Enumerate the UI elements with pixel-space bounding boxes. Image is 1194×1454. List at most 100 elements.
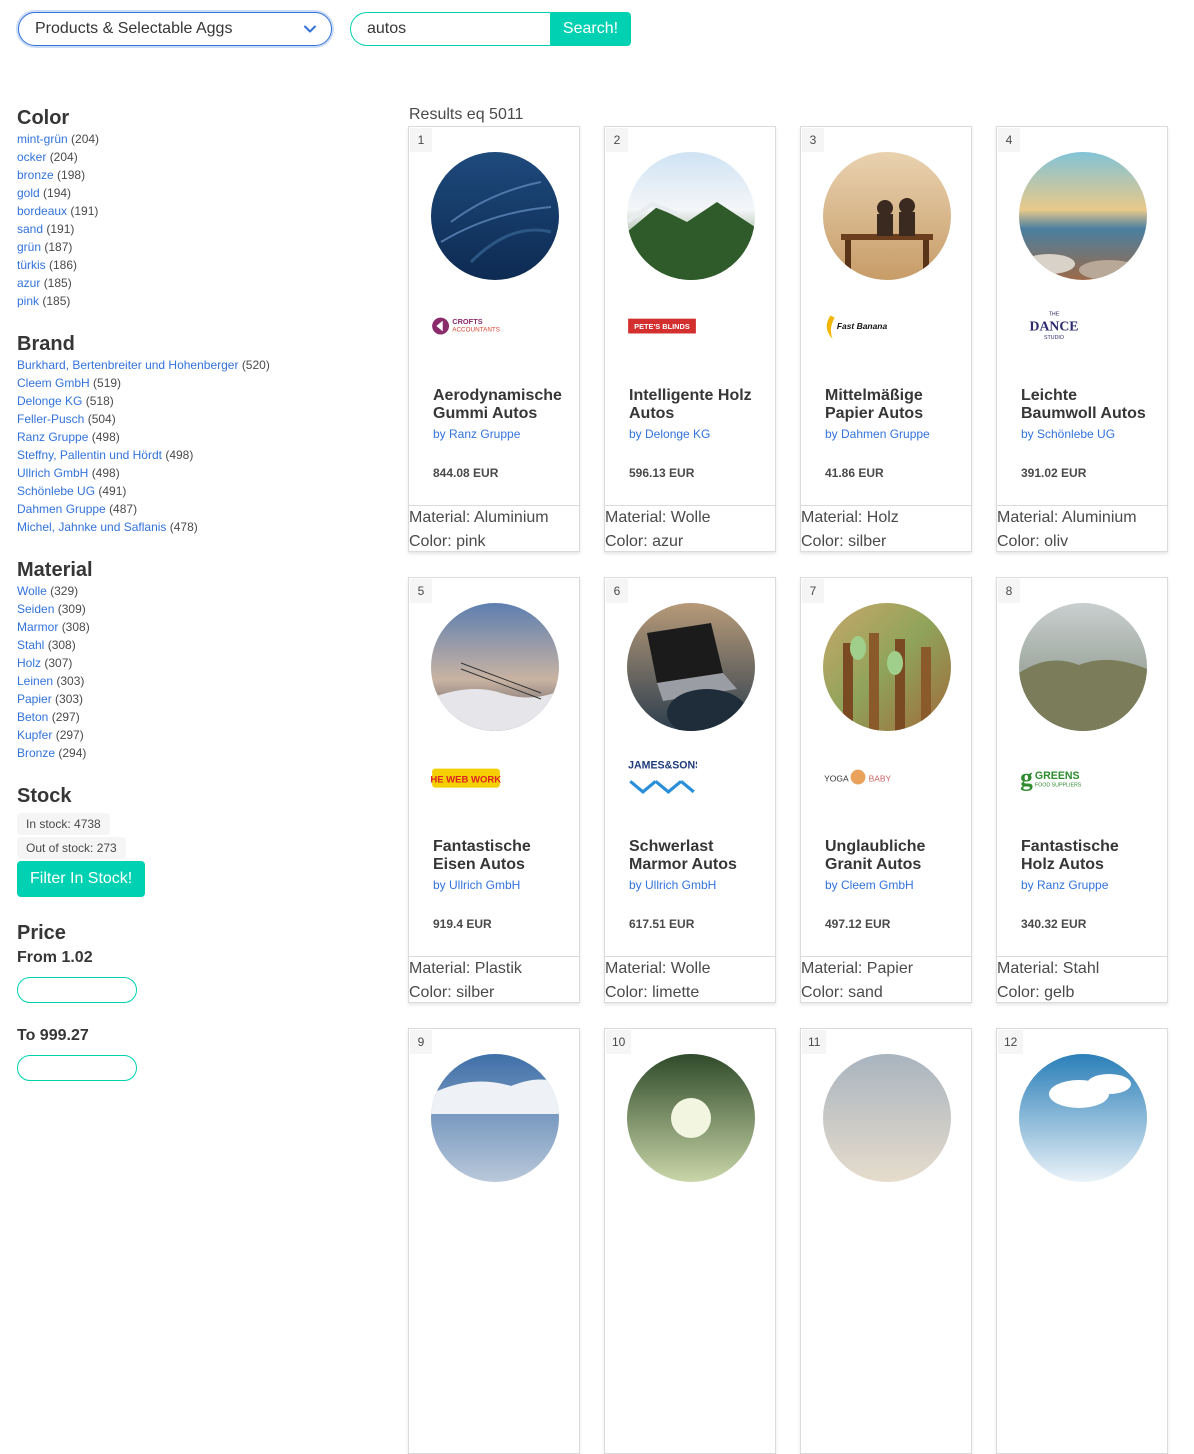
facet-link[interactable]: pink <box>17 294 39 308</box>
product-brand[interactable]: by Schönlebe UG <box>1021 427 1115 441</box>
product-title[interactable]: Schwerlast Marmor Autos <box>629 838 757 874</box>
product-card[interactable]: 10 <box>604 1028 776 1454</box>
card-rank: 10 <box>606 1030 632 1054</box>
facet-link[interactable]: gold <box>17 186 40 200</box>
price-to-label: To 999.27 <box>17 1027 89 1044</box>
product-card[interactable]: 3 Fast Banana Mittelmäßige Papier Autos by … <box>800 126 972 552</box>
facet-link[interactable]: Wolle <box>17 584 47 598</box>
results-count: Results eq 5011 <box>409 106 524 123</box>
facet-item: Kupfer (297) <box>17 726 357 744</box>
facet-link[interactable]: Marmor <box>17 620 58 634</box>
facet-link[interactable]: Holz <box>17 656 41 670</box>
card-footer: Material: Wolle Color: limette <box>605 956 775 1005</box>
product-title[interactable]: Unglaubliche Granit Autos <box>825 838 953 874</box>
facet-link[interactable]: Stahl <box>17 638 44 652</box>
facet-link[interactable]: sand <box>17 222 43 236</box>
search-button[interactable]: Search! <box>550 12 631 46</box>
svg-text:ACCOUNTANTS: ACCOUNTANTS <box>452 326 500 333</box>
product-brand[interactable]: by Delonge KG <box>629 427 710 441</box>
product-photo <box>823 1054 951 1182</box>
card-rank: 4 <box>998 128 1020 152</box>
facet-count: (309) <box>57 602 86 616</box>
product-card[interactable]: 12 <box>996 1028 1168 1454</box>
facet-count: (308) <box>47 638 76 652</box>
product-card[interactable]: 1 CROFTS ACCOUNTANTS Aerodynamische Gummi A… <box>408 126 580 552</box>
facet-link[interactable]: türkis <box>17 258 46 272</box>
facet-count: (187) <box>44 240 73 254</box>
index-select[interactable]: Products & Selectable Aggs <box>18 12 332 46</box>
facet-link[interactable]: Feller-Pusch <box>17 412 84 426</box>
product-brand[interactable]: by Dahmen Gruppe <box>825 427 930 441</box>
product-card[interactable]: 8 g GREENS FOOD SUPPLIERS Fantastische Holz … <box>996 577 1168 1003</box>
facet-link[interactable]: Ullrich GmbH <box>17 466 88 480</box>
facet-count: (191) <box>70 204 99 218</box>
product-title[interactable]: Mittelmäßige Papier Autos <box>825 387 953 423</box>
facet-link[interactable]: bordeaux <box>17 204 67 218</box>
facet-count: (297) <box>55 728 84 742</box>
facet-link[interactable]: Cleem GmbH <box>17 376 90 390</box>
facet-item: türkis (186) <box>17 256 357 274</box>
card-footer: Material: Plastik Color: silber <box>409 956 579 1005</box>
price-from-input[interactable] <box>17 977 137 1003</box>
product-title[interactable]: Intelligente Holz Autos <box>629 387 757 423</box>
product-material: Material: Wolle <box>605 509 711 526</box>
facet-link[interactable]: Delonge KG <box>17 394 82 408</box>
product-brand[interactable]: by Ullrich GmbH <box>629 878 716 892</box>
facet-link[interactable]: Burkhard, Bertenbreiter und Hohenberger <box>17 358 238 372</box>
facet-link[interactable]: mint-grün <box>17 132 68 146</box>
svg-text:GREENS: GREENS <box>1035 770 1080 782</box>
product-title[interactable]: Leichte Baumwoll Autos <box>1021 387 1149 423</box>
product-card[interactable]: 4 THE DANCE STUDIO Leichte Baumwoll Autos by … <box>996 126 1168 552</box>
facet-list-color: mint-grün (204) ocker (204) bronze (198) go… <box>17 130 357 310</box>
product-title[interactable]: Fantastische Holz Autos <box>1021 838 1149 874</box>
facet-link[interactable]: Ranz Gruppe <box>17 430 88 444</box>
search-input[interactable] <box>350 12 552 46</box>
facet-count: (478) <box>169 520 198 534</box>
facet-link[interactable]: Kupfer <box>17 728 52 742</box>
facet-link[interactable]: ocker <box>17 150 46 164</box>
in-stock-tag: In stock: 4738 <box>17 813 110 835</box>
facet-count: (204) <box>71 132 100 146</box>
facet-item: bronze (198) <box>17 166 357 184</box>
product-brand[interactable]: by Ullrich GmbH <box>433 878 520 892</box>
product-brand[interactable]: by Ranz Gruppe <box>433 427 520 441</box>
product-brand[interactable]: by Ranz Gruppe <box>1021 878 1108 892</box>
product-title[interactable]: Aerodynamische Gummi Autos <box>433 387 562 423</box>
product-color: Color: pink <box>409 533 486 550</box>
facet-link[interactable]: Schönlebe UG <box>17 484 95 498</box>
product-card[interactable]: 7 YOGA BABY Unglaubliche Granit Autos by Cle… <box>800 577 972 1003</box>
product-brand[interactable]: by Cleem GmbH <box>825 878 914 892</box>
filter-in-stock-button[interactable]: Filter In Stock! <box>17 861 146 897</box>
card-rank: 7 <box>802 579 824 603</box>
price-to-input[interactable] <box>17 1055 137 1081</box>
facet-link[interactable]: azur <box>17 276 40 290</box>
product-card[interactable]: 5 THE WEB WORKS Fantastische Eisen Autos by… <box>408 577 580 1003</box>
facet-count: (204) <box>49 150 78 164</box>
product-material: Material: Aluminium <box>997 509 1137 526</box>
product-photo <box>627 152 755 280</box>
product-price: 596.13 EUR <box>629 466 695 480</box>
facet-link[interactable]: Seiden <box>17 602 54 616</box>
facet-item: sand (191) <box>17 220 357 238</box>
out-of-stock-tag: Out of stock: 273 <box>17 837 126 859</box>
facet-count: (194) <box>43 186 72 200</box>
facet-link[interactable]: Bronze <box>17 746 55 760</box>
product-title[interactable]: Fantastische Eisen Autos <box>433 838 561 874</box>
facet-link[interactable]: Steffny, Pallentin und Hördt <box>17 448 162 462</box>
facet-link[interactable]: Papier <box>17 692 52 706</box>
svg-text:Fast Banana: Fast Banana <box>837 321 888 331</box>
product-card[interactable]: 6 JAMES&SONS Schwerlast Marmor Autos by Ull… <box>604 577 776 1003</box>
facet-link[interactable]: grün <box>17 240 41 254</box>
product-color: Color: sand <box>801 984 883 1001</box>
facet-link[interactable]: Dahmen Gruppe <box>17 502 106 516</box>
facet-link[interactable]: Michel, Jahnke und Saflanis <box>17 520 166 534</box>
facet-list-brand: Burkhard, Bertenbreiter und Hohenberger … <box>17 356 357 536</box>
product-card[interactable]: 2 PETE'S BLINDS Intelligente Holz Autos by … <box>604 126 776 552</box>
product-card[interactable]: 11 <box>800 1028 972 1454</box>
facet-link[interactable]: Leinen <box>17 674 53 688</box>
product-card[interactable]: 9 <box>408 1028 580 1454</box>
card-footer: Material: Holz Color: silber <box>801 505 971 554</box>
facet-link[interactable]: bronze <box>17 168 54 182</box>
facet-title-price: Price <box>17 922 66 944</box>
facet-link[interactable]: Beton <box>17 710 48 724</box>
